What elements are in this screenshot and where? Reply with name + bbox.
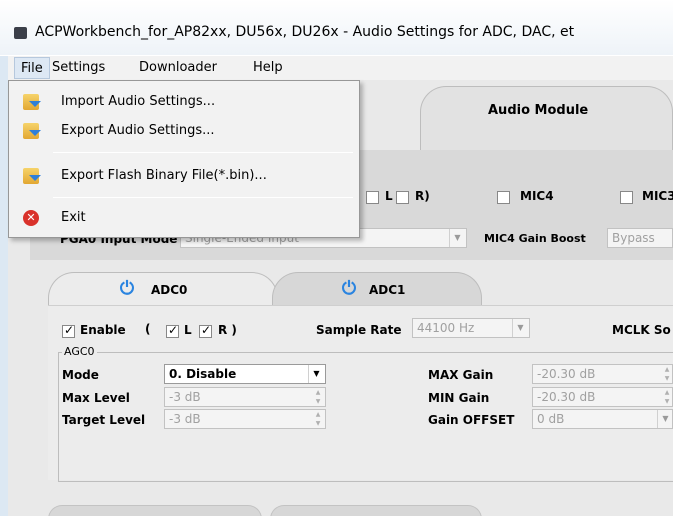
menu-file[interactable]: File <box>14 57 50 79</box>
adc0-r-label: R ) <box>218 323 237 337</box>
window-left-border <box>0 56 8 516</box>
menu-item-label: Export Flash Binary File(*.bin)... <box>61 168 267 183</box>
mic3-label: MIC3 <box>642 189 673 203</box>
chevron-down-icon: ▼ <box>512 319 528 337</box>
agc-mode-select[interactable]: 0. Disable <box>164 364 326 384</box>
title-bar: ACPWorkbench_for_AP82xx, DU56x, DU26x - … <box>0 0 673 56</box>
sample-rate-label: Sample Rate <box>316 323 402 337</box>
power-icon: ⏻ <box>119 278 135 299</box>
window-title: ACPWorkbench_for_AP82xx, DU56x, DU26x - … <box>35 24 575 40</box>
menu-item-label: Exit <box>61 210 86 225</box>
mic4-gain-boost-select[interactable]: Bypass <box>607 228 673 248</box>
power-icon: ⏻ <box>341 278 357 299</box>
min-gain-input[interactable]: -20.30 dB <box>532 387 673 407</box>
target-level-input[interactable]: -3 dB <box>164 409 326 429</box>
mic-r-checkbox[interactable] <box>396 191 409 204</box>
max-level-label: Max Level <box>62 391 130 405</box>
folder-export-icon <box>23 123 41 139</box>
mic4-gain-boost-label: MIC4 Gain Boost <box>484 232 586 245</box>
tab-audio-module[interactable]: Audio Module <box>420 86 673 154</box>
tab-adc0-label: ADC0 <box>151 283 188 297</box>
menu-item-label: Import Audio Settings... <box>61 94 216 109</box>
app-icon <box>14 27 27 39</box>
mic4-label: MIC4 <box>520 189 554 203</box>
menu-bar: File Settings Downloader Help <box>8 56 673 80</box>
min-gain-label: MIN Gain <box>428 391 490 405</box>
tab-dac0-partial[interactable] <box>48 505 262 516</box>
spinner-icon[interactable]: ▲ ▼ <box>661 388 673 406</box>
menu-item-label: Export Audio Settings... <box>61 123 215 138</box>
tab-dac1-partial[interactable] <box>270 505 482 516</box>
file-menu-dropdown: Import Audio Settings... Export Audio Se… <box>8 80 360 238</box>
max-gain-label: MAX Gain <box>428 368 494 382</box>
chevron-down-icon: ▼ <box>308 365 324 383</box>
adc0-r-checkbox[interactable] <box>199 323 212 338</box>
paren-open: ( <box>145 322 151 336</box>
chevron-down-icon: ▼ <box>449 229 465 247</box>
mic-r-label: R) <box>415 189 430 203</box>
folder-export-icon <box>23 168 41 184</box>
agc0-group-title: AGC0 <box>62 345 97 358</box>
menu-separator <box>53 197 353 198</box>
mic-l-label: L <box>385 189 393 203</box>
enable-label: Enable <box>80 323 126 337</box>
menu-separator <box>53 152 353 153</box>
mic-l-checkbox[interactable] <box>366 191 379 204</box>
menu-help[interactable]: Help <box>253 60 283 75</box>
menu-item-import-audio-settings[interactable]: Import Audio Settings... <box>9 89 359 115</box>
folder-import-icon <box>23 94 41 110</box>
max-level-input[interactable]: -3 dB <box>164 387 326 407</box>
gain-offset-label: Gain OFFSET <box>428 413 515 427</box>
adc0-l-checkbox[interactable] <box>166 323 179 338</box>
gain-offset-select[interactable]: 0 dB <box>532 409 673 429</box>
menu-item-export-audio-settings[interactable]: Export Audio Settings... <box>9 118 359 144</box>
mclk-source-label: MCLK So <box>612 323 671 337</box>
mic3-checkbox[interactable] <box>620 191 633 204</box>
mic4-checkbox[interactable] <box>497 191 510 204</box>
spinner-icon[interactable]: ▲ ▼ <box>661 365 673 383</box>
menu-downloader[interactable]: Downloader <box>139 60 217 75</box>
spinner-icon[interactable]: ▲ ▼ <box>312 388 324 406</box>
spinner-icon[interactable]: ▲ ▼ <box>312 410 324 428</box>
target-level-label: Target Level <box>62 413 146 427</box>
adc0-l-label: L <box>184 323 192 337</box>
tab-adc1-label: ADC1 <box>369 283 406 297</box>
menu-settings[interactable]: Settings <box>52 60 105 75</box>
agc-mode-label: Mode <box>62 368 99 382</box>
menu-item-exit[interactable]: ✕ Exit <box>9 205 359 231</box>
tab-adc0[interactable]: ⏻ ADC0 <box>48 272 278 306</box>
exit-icon: ✕ <box>23 210 39 226</box>
tab-audio-module-label: Audio Module <box>488 103 589 118</box>
tab-adc1[interactable]: ⏻ ADC1 <box>272 272 482 306</box>
chevron-down-icon: ▼ <box>657 410 673 428</box>
max-gain-input[interactable]: -20.30 dB <box>532 364 673 384</box>
enable-checkbox[interactable] <box>62 323 75 338</box>
menu-item-export-flash-binary[interactable]: Export Flash Binary File(*.bin)... <box>9 163 359 189</box>
